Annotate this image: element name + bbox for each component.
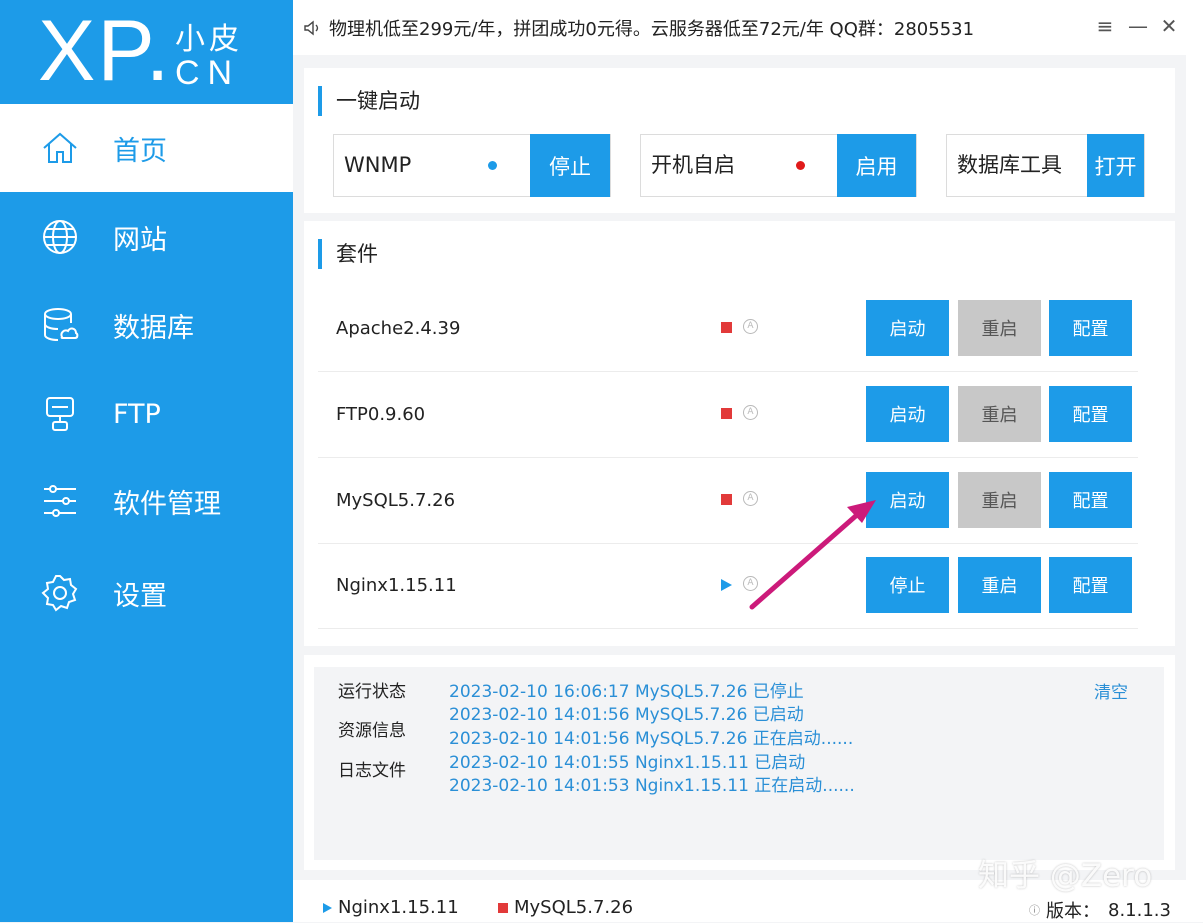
notice-text[interactable]: 物理机低至299元/年，拼团成功0元得。云服务器低至72元/年 QQ群：2805… <box>329 15 974 41</box>
nginx-stop-button[interactable]: 停止 <box>866 557 949 613</box>
running-status-icon <box>323 902 332 913</box>
status-nginx: Nginx1.15.11 <box>323 897 459 918</box>
speaker-icon <box>304 20 319 35</box>
nginx-restart-button[interactable]: 重启 <box>958 557 1041 613</box>
logo-small-text: 小皮 <box>175 22 243 57</box>
sidebar-item-label: 首页 <box>113 135 167 167</box>
logo-xp: XP. <box>38 3 172 99</box>
table-row: MySQL5.7.26 A 启动 重启 配置 <box>318 458 1138 544</box>
quick-item-autostart: 开机自启 启用 <box>640 134 917 197</box>
log-line: 2023-02-10 14:01:55 Nginx1.15.11 已启动 <box>449 753 806 773</box>
logo-cn-text: CN <box>175 54 241 92</box>
info-icon: ⓘ <box>1029 904 1040 917</box>
wnmp-stop-button[interactable]: 停止 <box>530 134 610 197</box>
auto-start-icon[interactable]: A <box>743 319 758 334</box>
apache-start-button[interactable]: 启动 <box>866 300 949 356</box>
sidebar-item-ftp[interactable]: FTP <box>0 370 293 458</box>
table-row: Apache2.4.39 A 启动 重启 配置 <box>318 286 1138 372</box>
status-nginx-label: Nginx1.15.11 <box>338 897 459 918</box>
home-icon <box>39 127 81 169</box>
status-mysql-label: MySQL5.7.26 <box>514 897 634 918</box>
status-dot <box>796 161 805 170</box>
autostart-enable-button[interactable]: 启用 <box>837 134 916 197</box>
running-status-icon <box>721 579 732 591</box>
log-line: 2023-02-10 14:01:53 Nginx1.15.11 正在启动...… <box>449 776 855 796</box>
auto-start-icon[interactable]: A <box>743 491 758 506</box>
sidebar-item-label: 设置 <box>113 580 167 612</box>
table-row: Nginx1.15.11 A 停止 重启 配置 <box>318 543 1138 629</box>
sliders-icon <box>39 480 81 522</box>
window-controls: ≡ — ✕ <box>1096 14 1178 38</box>
quick-item-label: WNMP <box>344 153 412 177</box>
sidebar-item-home[interactable]: 首页 <box>0 104 293 192</box>
table-row: FTP0.9.60 A 启动 重启 配置 <box>318 372 1138 458</box>
sidebar-item-label: 数据库 <box>113 312 194 344</box>
tab-log-files[interactable]: 日志文件 <box>338 756 406 781</box>
window-edge <box>1186 0 1203 922</box>
log-line: 2023-02-10 16:06:17 MySQL5.7.26 已停止 <box>449 682 804 702</box>
sidebar-item-label: 网站 <box>113 224 167 256</box>
auto-start-icon[interactable]: A <box>743 405 758 420</box>
minimize-button[interactable]: — <box>1128 14 1148 38</box>
stopped-status-icon <box>498 902 508 913</box>
gear-icon <box>39 572 81 614</box>
log-tabs: 运行状态 资源信息 日志文件 <box>314 667 436 860</box>
globe-icon <box>39 216 81 258</box>
section-title: 一键启动 <box>318 86 420 116</box>
close-button[interactable]: ✕ <box>1160 14 1178 38</box>
watermark: 知乎 @Zero <box>978 858 1153 894</box>
service-name: FTP0.9.60 <box>336 404 426 425</box>
mysql-config-button[interactable]: 配置 <box>1049 472 1132 528</box>
log-line: 2023-02-10 14:01:56 MySQL5.7.26 正在启动....… <box>449 729 854 749</box>
sidebar-item-settings[interactable]: 设置 <box>0 549 293 637</box>
nginx-config-button[interactable]: 配置 <box>1049 557 1132 613</box>
status-mysql: MySQL5.7.26 <box>498 897 633 918</box>
sidebar-item-label: FTP <box>113 398 161 430</box>
apache-restart-button[interactable]: 重启 <box>958 300 1041 356</box>
service-name: MySQL5.7.26 <box>336 490 456 511</box>
ftp-config-button[interactable]: 配置 <box>1049 386 1132 442</box>
sidebar-item-software[interactable]: 软件管理 <box>0 457 293 545</box>
ftp-restart-button[interactable]: 重启 <box>958 386 1041 442</box>
status-dot <box>488 161 497 170</box>
quick-item-label: 开机自启 <box>651 153 735 177</box>
dbtool-open-button[interactable]: 打开 <box>1087 134 1144 197</box>
stopped-status-icon <box>721 494 732 505</box>
sidebar-item-website[interactable]: 网站 <box>0 193 293 281</box>
sidebar-item-label: 软件管理 <box>113 488 221 520</box>
stopped-status-icon <box>721 408 732 419</box>
quick-item-wnmp: WNMP 停止 <box>333 134 611 197</box>
quick-item-dbtool: 数据库工具 打开 <box>946 134 1145 197</box>
log-line: 2023-02-10 14:01:56 MySQL5.7.26 已启动 <box>449 705 804 725</box>
log-output: 2023-02-10 16:06:17 MySQL5.7.26 已停止 2023… <box>436 667 1164 860</box>
version-label: 版本： <box>1046 901 1100 922</box>
mysql-restart-button[interactable]: 重启 <box>958 472 1041 528</box>
service-name: Nginx1.15.11 <box>336 575 457 596</box>
auto-start-icon[interactable]: A <box>743 576 758 591</box>
tab-resource-info[interactable]: 资源信息 <box>338 716 406 741</box>
database-icon <box>39 304 81 346</box>
version-number: 8.1.1.3 <box>1108 899 1171 921</box>
menu-icon[interactable]: ≡ <box>1096 14 1114 38</box>
apache-config-button[interactable]: 配置 <box>1049 300 1132 356</box>
sidebar-item-database[interactable]: 数据库 <box>0 281 293 369</box>
app-logo: XP. 小皮 CN <box>0 0 293 103</box>
ftp-start-button[interactable]: 启动 <box>866 386 949 442</box>
sidebar: XP. 小皮 CN 首页 网站 数据库 FTP 软件管理 设置 <box>0 0 293 922</box>
stopped-status-icon <box>721 322 732 333</box>
version-info: ⓘ 版本： 8.1.1.3 <box>1029 897 1171 923</box>
server-icon <box>39 393 81 435</box>
clear-log-button[interactable]: 清空 <box>1094 678 1128 703</box>
tab-run-status[interactable]: 运行状态 <box>338 677 406 702</box>
notice-bar: 物理机低至299元/年，拼团成功0元得。云服务器低至72元/年 QQ群：2805… <box>293 0 1186 55</box>
section-title: 套件 <box>318 239 378 269</box>
service-name: Apache2.4.39 <box>336 318 461 339</box>
quick-item-label: 数据库工具 <box>957 153 1062 177</box>
mysql-start-button[interactable]: 启动 <box>866 472 949 528</box>
